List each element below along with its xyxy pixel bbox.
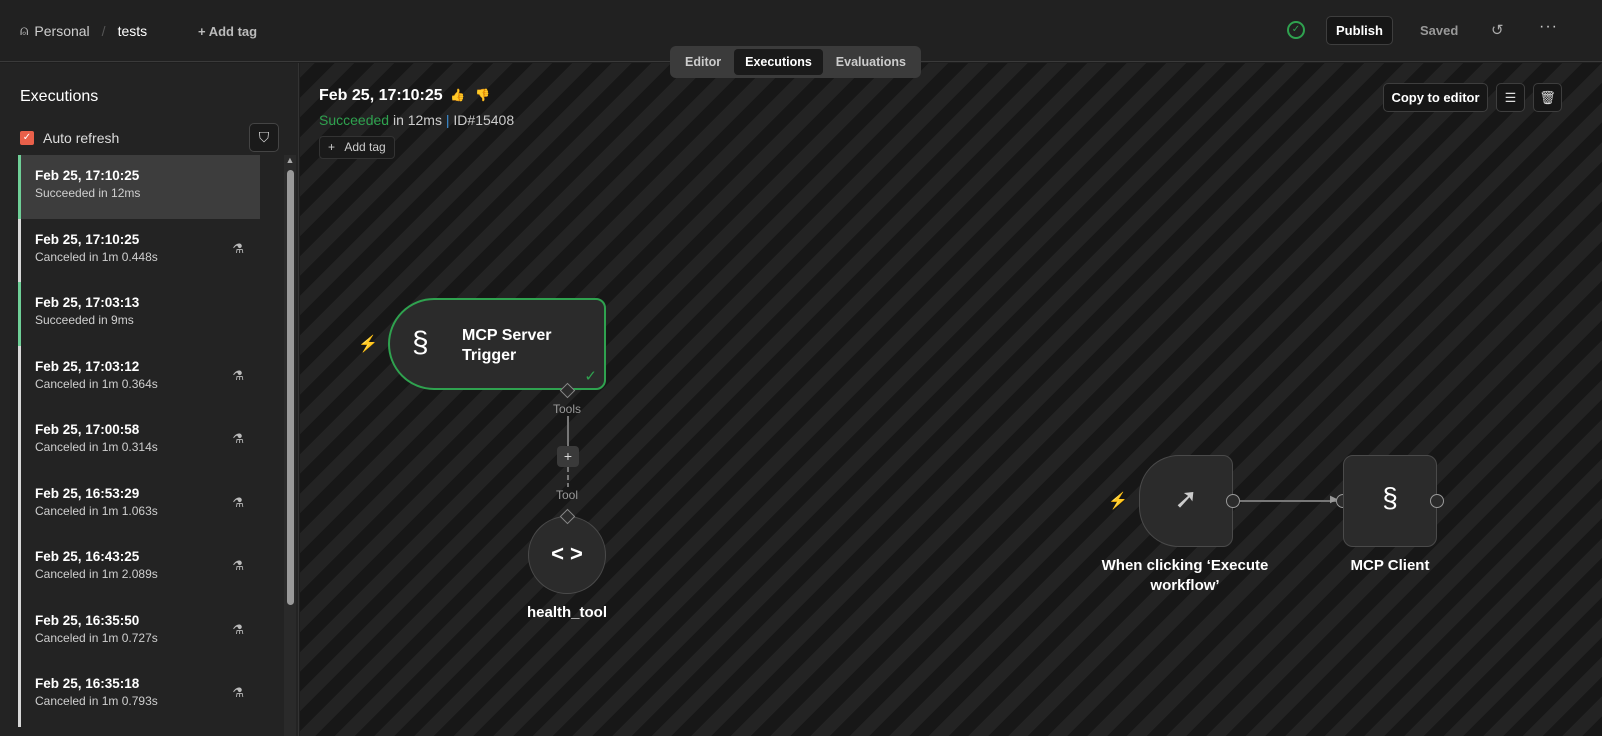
trigger-bolt-icon: ⚡ [358,336,378,353]
execution-status: Succeeded in 12ms [35,186,141,200]
node-mcp-client[interactable]: § [1343,455,1437,547]
sidebar-title: Executions [20,88,99,105]
tool-label: Tool [556,488,579,502]
flask-icon[interactable]: ⚗ [232,495,244,511]
execution-time: Feb 25, 16:35:50 [35,612,140,628]
execution-list-item[interactable]: Feb 25, 17:10:25 Succeeded in 12ms [18,155,260,219]
executions-sidebar: Executions ✓ Auto refresh ⛉ Feb 25, 17:1… [0,63,299,736]
publish-button[interactable]: Publish [1326,16,1393,45]
execution-time: Feb 25, 17:03:12 [35,358,140,374]
add-tag-button[interactable]: + Add tag [198,24,257,39]
workflow-canvas[interactable]: Feb 25, 17:10:25 👍👎 Succeeded in 12ms | … [300,63,1602,736]
connection-line-dashed [567,467,569,487]
breadcrumb: ⍝ Personal / tests [20,22,147,39]
execution-status: Succeeded in 12ms | ID#15408 [319,112,514,128]
connection-line [567,416,569,446]
status-text: Succeeded [319,112,390,128]
node-manual-trigger[interactable]: ➚ [1139,455,1233,547]
filter-button[interactable]: ⛉ [249,123,279,152]
flask-icon[interactable]: ⚗ [232,685,244,701]
execution-list-item[interactable]: Feb 25, 16:53:29 Canceled in 1m 1.063s ⚗ [18,472,260,536]
code-icon: < > [551,541,583,566]
tab-editor[interactable]: Editor [674,49,732,75]
mcp-icon: § [412,326,429,359]
flask-icon[interactable]: ⚗ [232,241,244,257]
auto-refresh-checkbox[interactable]: ✓ Auto refresh [20,130,119,146]
flask-icon[interactable]: ⚗ [232,431,244,447]
execution-list-item[interactable]: Feb 25, 16:35:18 Canceled in 1m 0.793s ⚗ [18,663,260,727]
copy-to-editor-button[interactable]: Copy to editor [1383,83,1488,112]
scrollbar[interactable]: ▲ [284,155,296,736]
more-options-icon[interactable]: ··· [1539,18,1558,36]
execution-status: Canceled in 1m 0.727s [35,630,158,645]
history-icon[interactable]: ↺ [1491,21,1504,39]
execution-time: Feb 25, 17:00:58 [35,422,140,437]
auto-refresh-label: Auto refresh [43,130,120,146]
output-port[interactable] [1430,494,1444,508]
execution-time: Feb 25, 17:10:25 [35,168,140,183]
flask-icon[interactable]: ⚗ [232,558,244,574]
execution-time: Feb 25, 17:10:25 [35,231,140,247]
node-caption: MCP Client [1350,557,1430,574]
trash-icon[interactable]: 🗑 [1533,83,1562,112]
view-tabs: Editor Executions Evaluations [670,46,921,78]
add-tag-label: Add tag [344,140,386,154]
node-caption: When clicking ‘Execute workflow’ [1101,557,1269,594]
thumbs-down-icon[interactable]: 👎 [475,88,500,102]
mcp-icon: § [1382,482,1398,513]
check-circle-icon: ✓ [1287,21,1305,39]
execution-list-item[interactable]: Feb 25, 17:03:13 Succeeded in 9ms [18,282,260,346]
execution-status: Canceled in 1m 1.063s [35,503,158,518]
execution-status: Canceled in 1m 0.793s [35,694,158,708]
filter-icon: ⛉ [258,129,270,145]
workflow-name[interactable]: tests [118,23,148,39]
execution-time: Feb 25, 17:03:13 [35,295,140,310]
thumbs-up-icon[interactable]: 👍 [450,88,475,102]
duration-text: in 12ms [389,112,446,128]
node-label: MCP Server Trigger [462,327,552,364]
node-mcp-server-trigger[interactable]: § MCP Server Trigger ✓ [388,298,606,390]
execution-id: ID#15408 [453,112,515,128]
node-caption: health_tool [526,604,607,621]
divider: | [445,112,450,128]
execution-time: Feb 25, 16:35:18 [35,676,140,691]
scroll-up-icon[interactable]: ▲ [284,155,296,165]
tab-executions[interactable]: Executions [734,49,823,75]
execution-status: Canceled in 1m 0.364s [35,376,158,391]
flask-icon[interactable]: ⚗ [232,622,244,638]
execution-title: Feb 25, 17:10:25 [319,87,443,104]
execution-list-item[interactable]: Feb 25, 17:03:12 Canceled in 1m 0.364s ⚗ [18,345,260,409]
node-health-tool[interactable]: < > [528,516,606,594]
execution-list-item[interactable]: Feb 25, 16:43:25 Canceled in 1m 2.089s ⚗ [18,536,260,600]
cursor-icon: ➚ [1174,483,1198,514]
checklist-icon[interactable]: ☰ [1496,83,1525,112]
execution-list-item[interactable]: Feb 25, 16:35:50 Canceled in 1m 0.727s ⚗ [18,599,260,663]
execution-status: Canceled in 1m 2.089s [35,567,158,581]
executions-list: Feb 25, 17:10:25 Succeeded in 12ms Feb 25,… [18,155,260,727]
tools-label: Tools [553,402,582,416]
execution-list-item[interactable]: Feb 25, 17:10:25 Canceled in 1m 0.448s ⚗ [18,218,260,282]
saved-status: Saved [1420,23,1459,38]
execution-time: Feb 25, 16:43:25 [35,549,140,564]
flask-icon[interactable]: ⚗ [232,368,244,384]
output-port[interactable] [1226,494,1240,508]
trigger-bolt-icon: ⚡ [1108,493,1128,510]
connection-edge [1240,500,1336,502]
breadcrumb-separator: / [101,22,106,39]
breadcrumb-project[interactable]: Personal [34,23,89,39]
checkbox-checked-icon[interactable]: ✓ [20,131,34,145]
execution-status: Canceled in 1m 0.314s [35,440,158,454]
execution-status: Succeeded in 9ms [35,313,134,327]
add-tool-button[interactable]: + [557,446,579,467]
tab-evaluations[interactable]: Evaluations [825,49,917,75]
execution-time: Feb 25, 16:53:29 [35,485,140,501]
execution-status: Canceled in 1m 0.448s [35,249,158,264]
execution-list-item[interactable]: Feb 25, 17:00:58 Canceled in 1m 0.314s ⚗ [18,409,260,473]
execution-add-tag-button[interactable]: + Add tag [319,136,395,159]
scrollbar-thumb[interactable] [287,170,294,605]
rating-buttons: 👍👎 [450,88,500,102]
success-check-icon: ✓ [584,368,597,385]
user-icon: ⍝ [20,22,29,38]
